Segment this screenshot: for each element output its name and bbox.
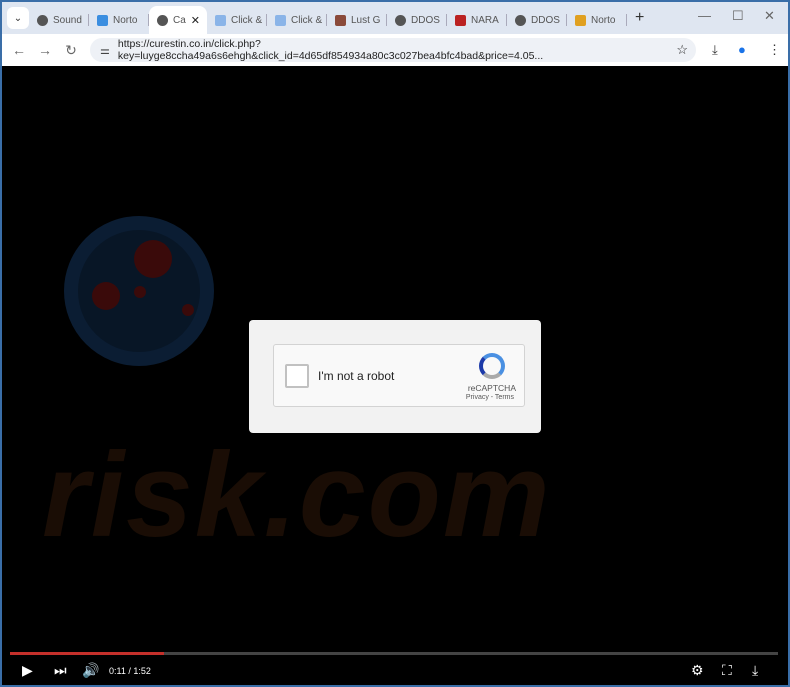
globe-icon	[515, 14, 526, 26]
avatar-icon	[335, 14, 346, 26]
tab-label: Ca	[173, 14, 186, 26]
globe-icon	[395, 14, 406, 26]
tab-label: Norto	[113, 14, 138, 26]
menu-icon[interactable]: ⋮	[768, 42, 781, 58]
close-tab-icon[interactable]: ✕	[191, 14, 200, 27]
tab-search-button[interactable]: ⌄	[7, 7, 29, 29]
video-progress-fill	[10, 652, 164, 655]
tab-3[interactable]: Click &	[207, 6, 267, 34]
tab-label: Click &	[291, 14, 323, 26]
tab-label: Sound	[53, 14, 82, 26]
tab-1[interactable]: Norto	[89, 6, 149, 34]
captcha-label: I'm not a robot	[318, 369, 395, 383]
tab-5[interactable]: Lust G	[327, 6, 387, 34]
tab-label: DDOS	[411, 14, 440, 26]
profile-icon[interactable]: ●	[738, 42, 746, 57]
captcha-panel: I'm not a robot reCAPTCHA Privacy - Term…	[249, 320, 541, 433]
close-window-button[interactable]: ✕	[764, 8, 775, 24]
back-button[interactable]: ←	[6, 42, 32, 58]
maximize-button[interactable]: ☐	[732, 8, 744, 24]
house-icon	[275, 14, 286, 26]
tab-2[interactable]: Ca ✕	[149, 6, 207, 34]
tab-label: Click &	[231, 14, 263, 26]
video-time: 0:11 / 1:52	[109, 666, 151, 676]
fullscreen-icon[interactable]: ⛶	[722, 662, 732, 679]
captcha-checkbox[interactable]	[285, 364, 309, 388]
reload-button[interactable]: ↻	[58, 42, 84, 59]
watermark-logo: risk.com	[42, 428, 552, 562]
tab-9[interactable]: Norto	[567, 6, 627, 34]
bars-icon	[575, 14, 586, 26]
bookmark-star-icon[interactable]: ☆	[676, 42, 688, 58]
tab-bar: ⌄ Sound Norto Ca ✕ Click & Click & Lust G DDOS N…	[2, 2, 788, 34]
tab-6[interactable]: DDOS	[387, 6, 447, 34]
recaptcha-brand: reCAPTCHA	[467, 383, 516, 393]
toolbar: ← → ↻ ⚌ https://curestin.co.in/click.php…	[2, 34, 788, 66]
globe-icon	[157, 14, 168, 26]
house-icon	[215, 14, 226, 26]
new-tab-button[interactable]: +	[635, 9, 644, 27]
tab-7[interactable]: NARA	[447, 6, 507, 34]
browser-window: ⌄ Sound Norto Ca ✕ Click & Click & Lust G DDOS N…	[2, 2, 788, 685]
tab-4[interactable]: Click &	[267, 6, 327, 34]
next-icon[interactable]: ⏭	[54, 662, 67, 679]
page-content: risk.com I'm not a robot reCAPTCHA Priva…	[2, 66, 788, 685]
forward-button[interactable]: →	[32, 42, 58, 58]
tab-8[interactable]: DDOS	[507, 6, 567, 34]
recaptcha-logo-icon	[479, 353, 505, 379]
minimize-button[interactable]: —	[698, 8, 711, 23]
video-progress-bar[interactable]	[10, 652, 778, 655]
recaptcha-links[interactable]: Privacy - Terms	[466, 394, 514, 401]
settings-icon[interactable]: ⚙	[691, 662, 704, 679]
video-download-icon[interactable]: ⤓	[752, 662, 758, 679]
url-text: https://curestin.co.in/click.php?key=luy…	[117, 38, 544, 62]
globe-icon	[37, 14, 48, 26]
tab-0[interactable]: Sound	[29, 6, 89, 34]
download-icon[interactable]: ⤓	[712, 42, 718, 58]
watermark-magnifier	[64, 216, 214, 366]
address-bar[interactable]: ⚌ https://curestin.co.in/click.php?key=l…	[90, 38, 696, 62]
tab-label: Lust G	[351, 14, 381, 26]
norton-icon	[97, 14, 108, 26]
volume-icon[interactable]: 🔊	[82, 662, 99, 679]
site-info-icon[interactable]: ⚌	[100, 44, 110, 57]
play-icon[interactable]: ▶	[22, 662, 33, 679]
red-square-icon	[455, 14, 466, 26]
recaptcha-widget: I'm not a robot reCAPTCHA Privacy - Term…	[273, 344, 525, 407]
tab-label: DDOS	[531, 14, 560, 26]
tab-label: NARA	[471, 14, 499, 26]
tab-label: Norto	[591, 14, 616, 26]
